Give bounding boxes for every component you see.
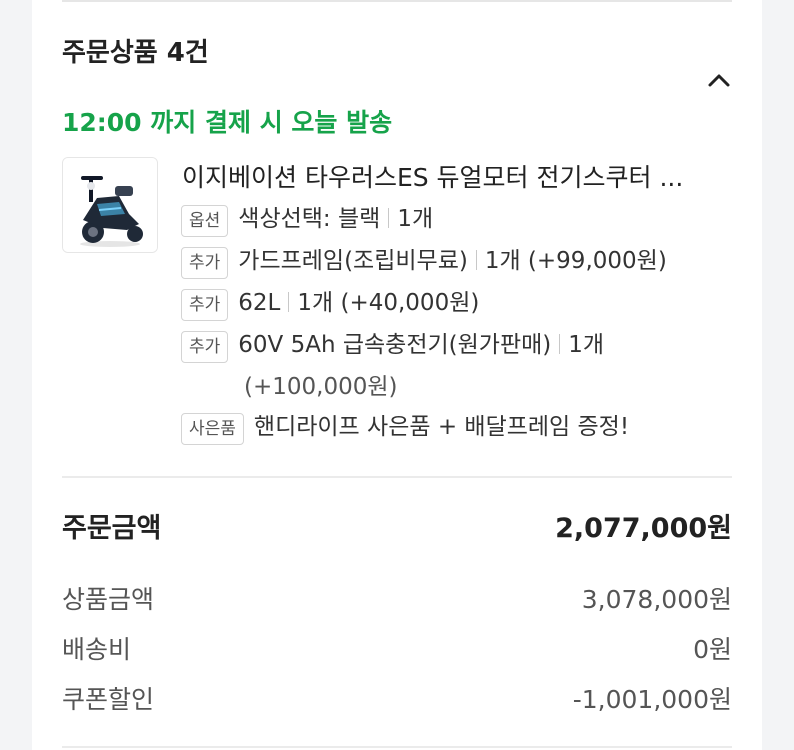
addon-badge: 추가 bbox=[181, 247, 229, 279]
order-items-title: 주문상품 4건 bbox=[62, 38, 209, 68]
bottom-divider bbox=[62, 746, 732, 748]
option-row-charger: 추가 60V 5Ah 급속충전기(원가판매) 1개 bbox=[181, 330, 740, 366]
section-divider bbox=[62, 476, 732, 478]
addon-name: 62L bbox=[238, 290, 281, 316]
top-divider bbox=[62, 0, 732, 2]
separator bbox=[559, 334, 561, 354]
option-quantity: 1개 bbox=[397, 206, 434, 232]
product-amount-label: 상품금액 bbox=[62, 585, 155, 614]
order-total-row: 주문금액 2,077,000원 bbox=[62, 506, 732, 545]
addon-name: 60V 5Ah 급속충전기(원가판매) bbox=[238, 332, 552, 358]
coupon-discount-value: -1,001,000원 bbox=[572, 685, 732, 714]
separator bbox=[288, 292, 290, 312]
addon-quantity-price: 1개 (+99,000원) bbox=[484, 248, 667, 274]
addon-price: (+100,000원) bbox=[244, 374, 398, 400]
order-total-value: 2,077,000원 bbox=[555, 513, 732, 544]
option-badge: 옵션 bbox=[181, 205, 229, 237]
coupon-discount-label: 쿠폰할인 bbox=[62, 685, 155, 714]
addon-badge: 추가 bbox=[181, 289, 229, 321]
product-amount-value: 3,078,000원 bbox=[581, 585, 732, 614]
separator bbox=[475, 250, 477, 270]
addon-name: 가드프레임(조립비무료) bbox=[238, 248, 468, 274]
option-row-62l: 추가 62L 1개 (+40,000원) bbox=[181, 288, 740, 324]
addon-quantity-price: 1개 (+40,000원) bbox=[297, 290, 480, 316]
order-card: 주문상품 4건 12:00 까지 결제 시 오늘 발송 이지베이션 타우러스ES… bbox=[32, 0, 762, 750]
coupon-discount-row: 쿠폰할인 -1,001,000원 bbox=[62, 680, 732, 716]
addon-badge: 추가 bbox=[181, 331, 229, 363]
separator bbox=[388, 208, 390, 228]
option-row-color: 옵션 색상선택: 블랙 1개 bbox=[181, 204, 740, 240]
electric-scooter-image bbox=[63, 158, 157, 252]
option-name: 색상선택: 블랙 bbox=[238, 206, 381, 232]
gift-badge: 사은품 bbox=[181, 413, 244, 445]
addon-quantity: 1개 bbox=[568, 332, 605, 358]
product-amount-row: 상품금액 3,078,000원 bbox=[62, 580, 732, 616]
order-total-label: 주문금액 bbox=[62, 513, 162, 544]
shipping-fee-value: 0원 bbox=[693, 635, 732, 664]
option-row-guard-frame: 추가 가드프레임(조립비무료) 1개 (+99,000원) bbox=[181, 246, 740, 282]
chevron-up-icon[interactable] bbox=[704, 66, 734, 96]
same-day-delivery-notice: 12:00 까지 결제 시 오늘 발송 bbox=[62, 108, 393, 137]
shipping-fee-row: 배송비 0원 bbox=[62, 630, 732, 666]
gift-text: 핸디라이프 사은품 + 배달프레임 증정! bbox=[253, 414, 630, 440]
product-image[interactable] bbox=[62, 157, 158, 253]
product-name[interactable]: 이지베이션 타우러스ES 듀얼모터 전기스쿠터 ... bbox=[182, 158, 738, 194]
shipping-fee-label: 배송비 bbox=[62, 635, 132, 664]
gift-row: 사은품 핸디라이프 사은품 + 배달프레임 증정! bbox=[181, 412, 740, 448]
